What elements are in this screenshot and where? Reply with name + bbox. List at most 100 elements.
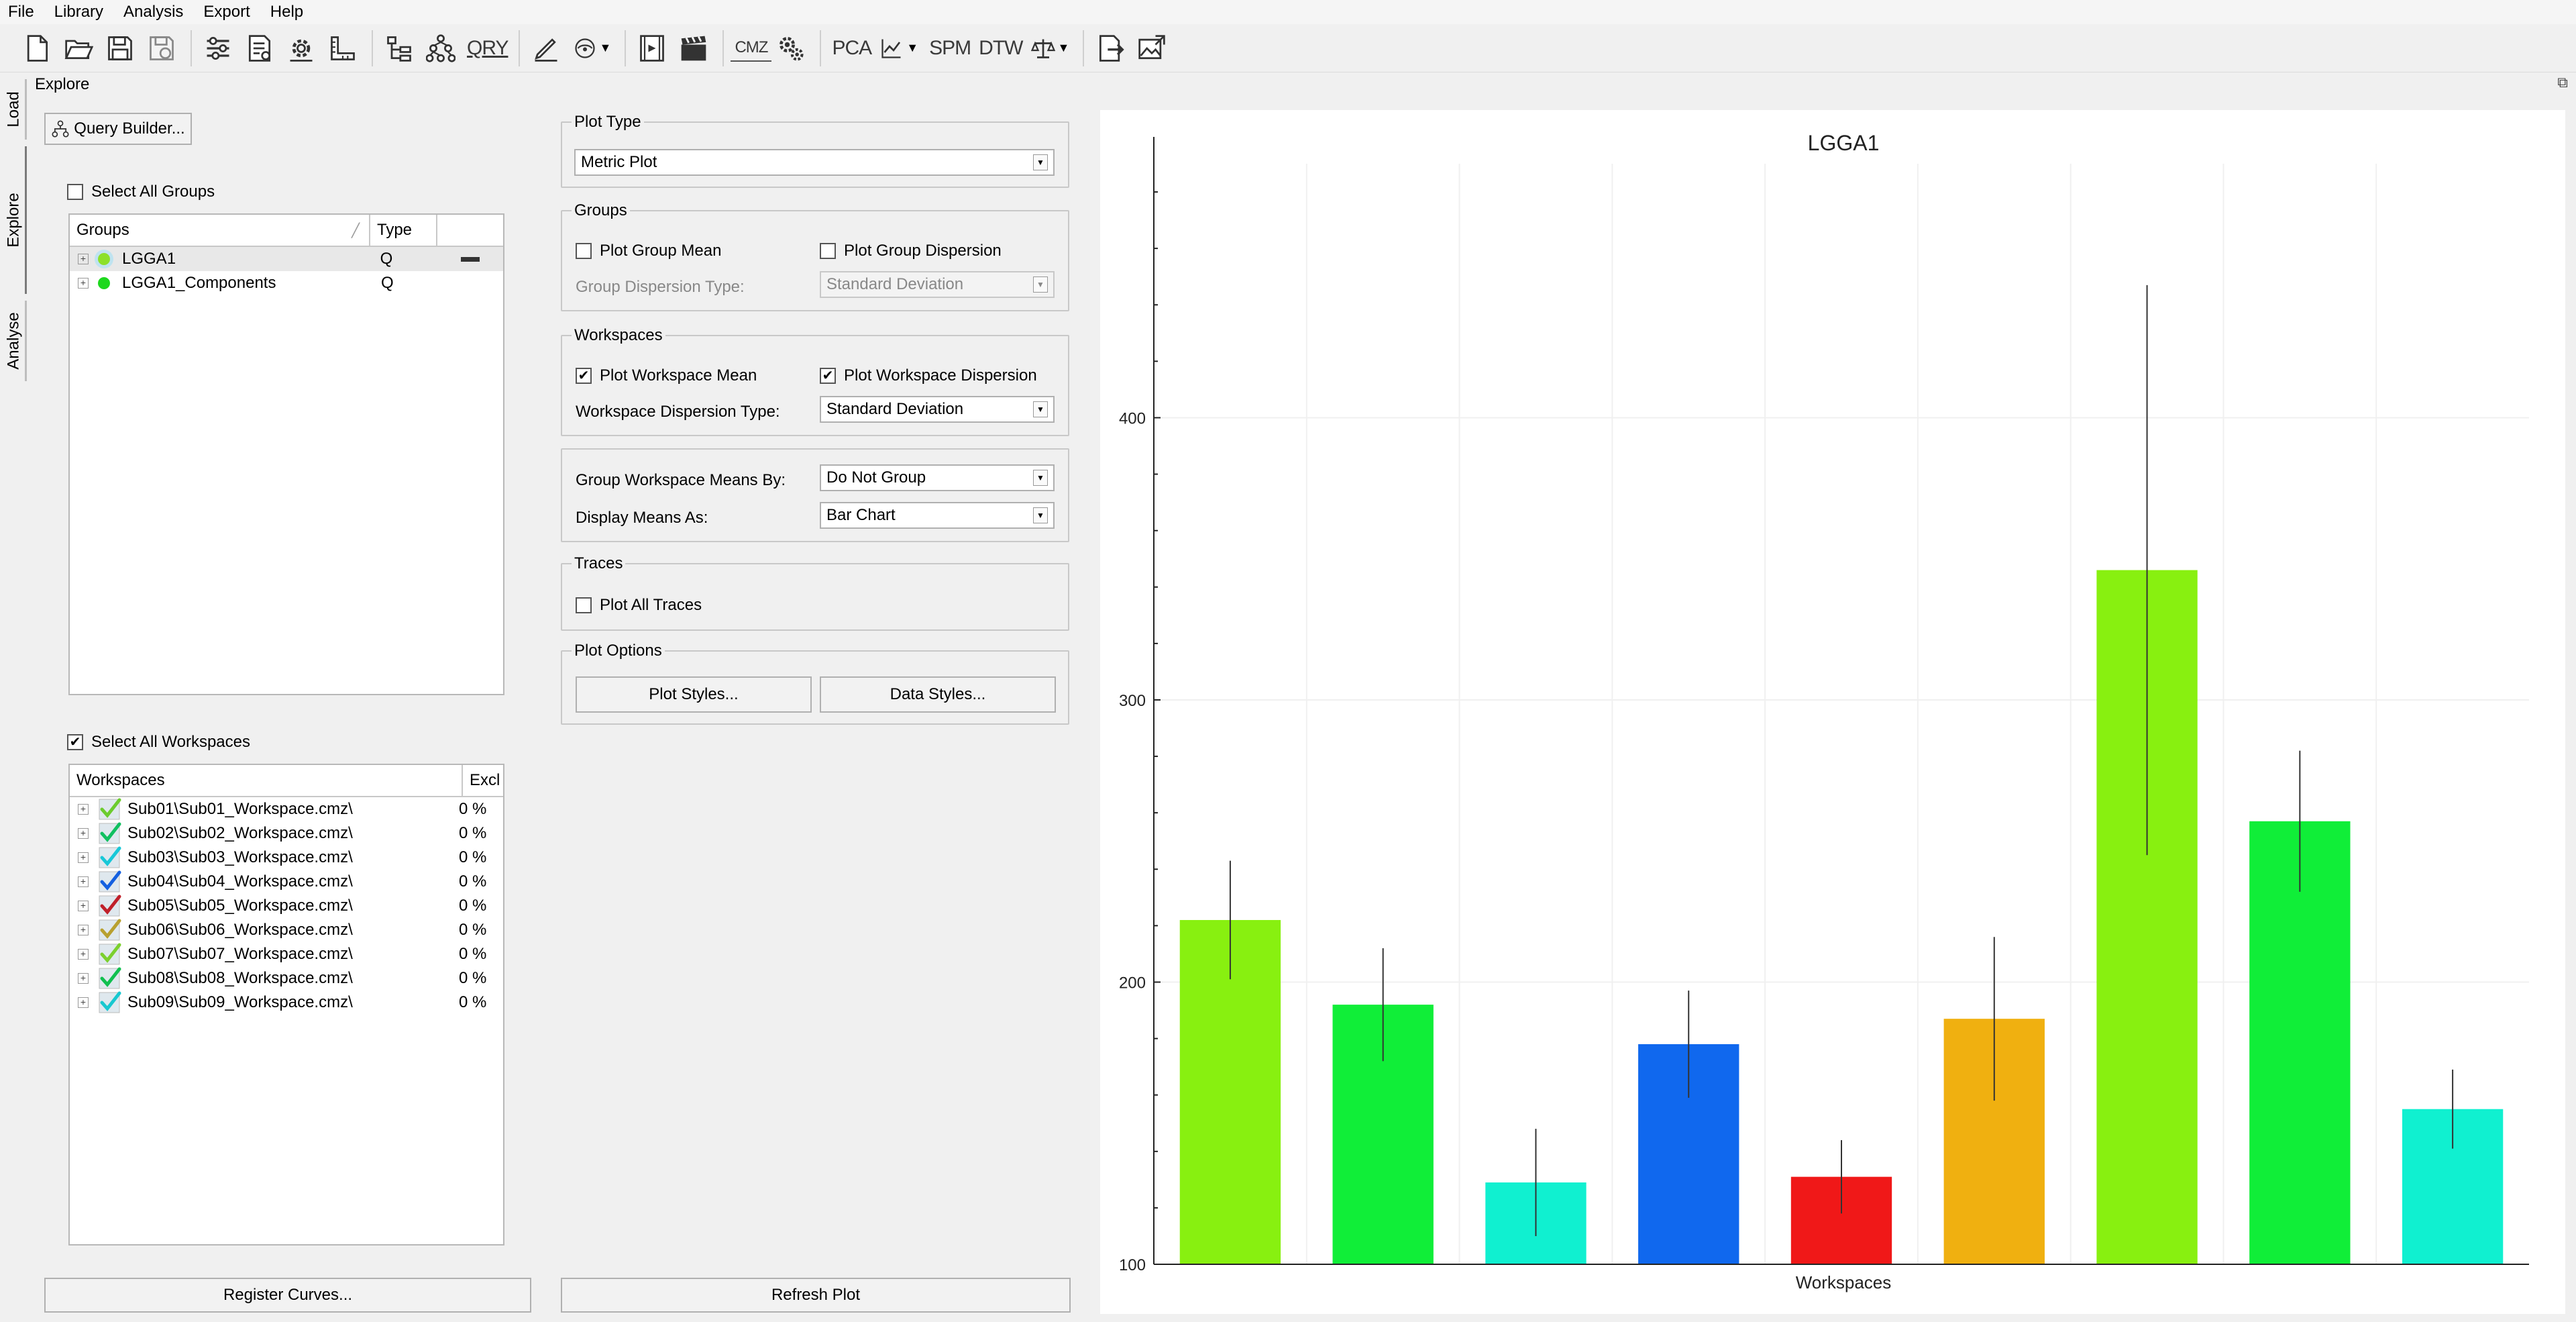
plot-all-traces-checkbox[interactable]: Plot All Traces [576, 596, 702, 615]
expand-icon[interactable]: + [78, 278, 89, 289]
tab-explore[interactable]: Explore [3, 146, 27, 294]
toolbar-separator [191, 30, 192, 66]
groups-column-header[interactable]: Groups ╱ [70, 215, 370, 246]
select-all-workspaces-checkbox[interactable]: ✔ Select All Workspaces [67, 733, 250, 752]
open-folder-icon[interactable] [59, 29, 98, 68]
register-curves-button[interactable]: Register Curves... [44, 1278, 531, 1313]
pca-button[interactable]: PCA [828, 29, 875, 68]
expand-icon[interactable]: + [78, 901, 89, 911]
menu-help[interactable]: Help [268, 1, 306, 23]
workspaces-tree[interactable]: Workspaces Excl + Sub01\Sub01_Workspace.c… [68, 764, 504, 1245]
tab-load[interactable]: Load [3, 79, 27, 140]
expand-icon[interactable]: + [78, 973, 89, 984]
menu-file[interactable]: File [5, 1, 37, 23]
workspace-excl: 0 % [459, 993, 487, 1011]
ruler-icon[interactable] [323, 29, 362, 68]
toolbar-separator [372, 30, 373, 66]
menu-analysis[interactable]: Analysis [121, 1, 186, 23]
workspace-dispersion-type-select[interactable]: Standard Deviation ▼ [820, 396, 1055, 423]
pen-icon[interactable] [527, 29, 566, 68]
expand-icon[interactable]: + [78, 804, 89, 815]
cmz-icon[interactable]: CMZ [731, 35, 772, 62]
type-column-header[interactable]: Type [370, 215, 437, 246]
tree-view-icon[interactable] [380, 29, 419, 68]
workspaces-tree-header: Workspaces Excl [70, 765, 503, 797]
workspaces-column-header[interactable]: Workspaces [70, 765, 463, 796]
document-settings-icon[interactable] [240, 29, 279, 68]
line-chart-dropdown-icon[interactable]: ▼ [875, 29, 922, 68]
expand-icon[interactable]: + [78, 997, 89, 1008]
workspace-row[interactable]: + Sub04\Sub04_Workspace.cmz\ 0 % [70, 870, 503, 894]
refresh-plot-button[interactable]: Refresh Plot [561, 1278, 1071, 1313]
restore-window-icon[interactable]: ⧉ [2557, 74, 2568, 91]
bar-chart: 100 200 300 400 LGGA1 Workspaces [1119, 131, 2529, 1292]
plot-workspace-mean-checkbox[interactable]: ✔ Plot Workspace Mean [576, 366, 757, 385]
workspace-row[interactable]: + Sub03\Sub03_Workspace.cmz\ 0 % [70, 846, 503, 870]
expand-icon[interactable]: + [78, 852, 89, 863]
gears-icon[interactable] [771, 29, 810, 68]
query-icon[interactable]: QRY [463, 29, 512, 68]
workspace-row[interactable]: + Sub05\Sub05_Workspace.cmz\ 0 % [70, 894, 503, 918]
toolbar-separator [820, 30, 822, 66]
new-file-icon[interactable] [17, 29, 56, 68]
excl-column-header[interactable]: Excl [463, 765, 503, 796]
group-row-lgga1-components[interactable]: + LGGA1_Components Q [70, 271, 503, 295]
hierarchy-icon [52, 120, 69, 138]
traces-legend: Traces [574, 554, 623, 572]
toolbar-separator [625, 30, 627, 66]
group-color-dot [98, 253, 110, 265]
dtw-button[interactable]: DTW [975, 29, 1026, 68]
spm-button[interactable]: SPM [925, 29, 975, 68]
workspace-excl: 0 % [459, 897, 487, 915]
group-row-lgga1[interactable]: + LGGA1 Q [70, 247, 503, 271]
eye-dropdown-icon[interactable]: ▼ [568, 29, 615, 68]
clapperboard-icon[interactable] [674, 29, 713, 68]
workspace-row[interactable]: + Sub09\Sub09_Workspace.cmz\ 0 % [70, 990, 503, 1015]
tab-analyse[interactable]: Analyse [3, 301, 27, 381]
export-icon[interactable] [1091, 29, 1130, 68]
workspace-row[interactable]: + Sub01\Sub01_Workspace.cmz\ 0 % [70, 797, 503, 821]
workspace-rows: + Sub01\Sub01_Workspace.cmz\ 0 % + Sub02\Sub… [70, 797, 503, 1015]
query-builder-button[interactable]: Query Builder... [44, 113, 192, 145]
workspace-row[interactable]: + Sub02\Sub02_Workspace.cmz\ 0 % [70, 821, 503, 846]
workspace-check-icon [99, 870, 121, 893]
expand-icon[interactable]: + [78, 876, 89, 887]
workspace-check-icon [99, 919, 121, 941]
workspace-row[interactable]: + Sub07\Sub07_Workspace.cmz\ 0 % [70, 942, 503, 966]
workspace-excl: 0 % [459, 872, 487, 891]
workspace-row[interactable]: + Sub06\Sub06_Workspace.cmz\ 0 % [70, 918, 503, 942]
group-type: Q [380, 250, 393, 268]
plot-group-mean-checkbox[interactable]: Plot Group Mean [576, 242, 721, 260]
minus-icon[interactable] [437, 256, 503, 262]
workspace-name: Sub05\Sub05_Workspace.cmz\ [127, 897, 353, 915]
groups-tree[interactable]: Groups ╱ Type + LGGA1 Q + LGGA1_Component… [68, 213, 504, 695]
gear-document-icon[interactable] [282, 29, 321, 68]
display-means-select[interactable]: Bar Chart ▼ [820, 502, 1055, 529]
save-icon[interactable] [101, 29, 140, 68]
hierarchy-icon[interactable] [421, 29, 460, 68]
expand-icon[interactable]: + [78, 925, 89, 935]
workspace-check-icon [99, 846, 121, 868]
workspace-row[interactable]: + Sub08\Sub08_Workspace.cmz\ 0 % [70, 966, 503, 990]
export-image-icon[interactable] [1132, 29, 1171, 68]
plot-styles-button[interactable]: Plot Styles... [576, 676, 812, 713]
plot-group-dispersion-checkbox[interactable]: Plot Group Dispersion [820, 242, 1002, 260]
workspace-name: Sub08\Sub08_Workspace.cmz\ [127, 969, 353, 987]
plot-type-select[interactable]: Metric Plot ▼ [574, 149, 1055, 176]
save-as-icon[interactable] [142, 29, 181, 68]
expand-icon[interactable]: + [78, 254, 89, 264]
workspace-name: Sub06\Sub06_Workspace.cmz\ [127, 921, 353, 939]
menu-library[interactable]: Library [52, 1, 106, 23]
scale-dropdown-icon[interactable]: ▼ [1026, 29, 1073, 68]
expand-icon[interactable]: + [78, 828, 89, 839]
y-tick-label: 100 [1119, 1256, 1146, 1274]
expand-icon[interactable]: + [78, 949, 89, 960]
select-all-groups-checkbox[interactable]: Select All Groups [67, 183, 215, 201]
display-means-label: Display Means As: [576, 509, 708, 527]
menu-export[interactable]: Export [201, 1, 252, 23]
settings-sliders-icon[interactable] [199, 29, 237, 68]
data-styles-button[interactable]: Data Styles... [820, 676, 1056, 713]
group-workspace-means-select[interactable]: Do Not Group ▼ [820, 464, 1055, 491]
plot-workspace-dispersion-checkbox[interactable]: ✔ Plot Workspace Dispersion [820, 366, 1037, 385]
film-icon[interactable] [633, 29, 672, 68]
